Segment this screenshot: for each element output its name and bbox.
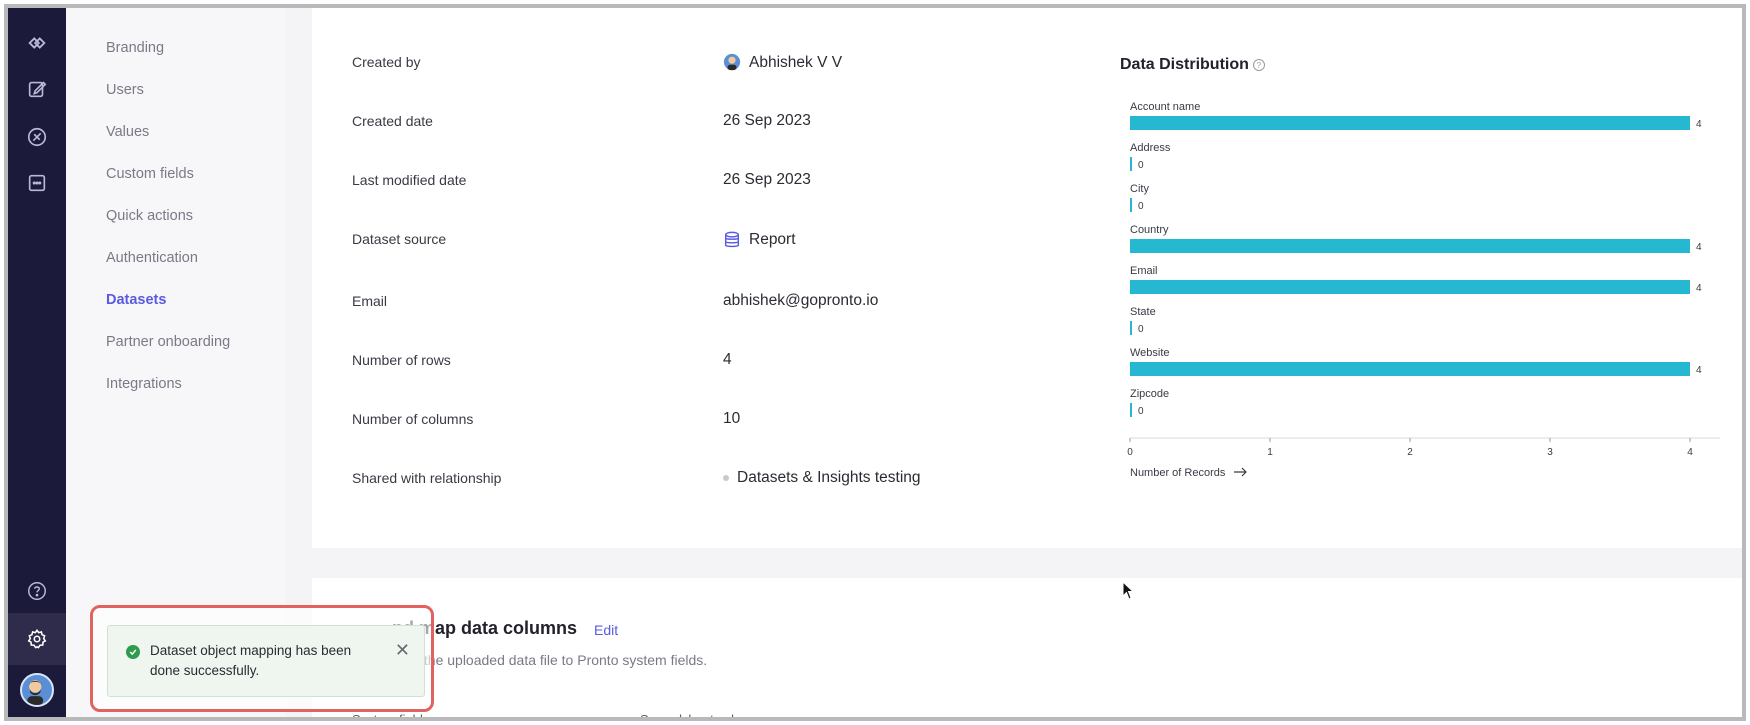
bar xyxy=(1130,116,1690,130)
bar-value-label: 4 xyxy=(1696,242,1702,253)
info-icon[interactable]: ? xyxy=(1252,59,1265,71)
x-tick-label: 3 xyxy=(1547,447,1553,458)
x-tick-label: 0 xyxy=(1127,447,1133,458)
nav-item-partner-onboarding[interactable]: Partner onboarding xyxy=(106,334,230,350)
bar xyxy=(1130,321,1132,335)
shared-relationship-name[interactable]: Datasets & Insights testing xyxy=(737,469,921,487)
mouse-cursor-icon xyxy=(1122,580,1136,606)
bar xyxy=(1130,280,1690,294)
bar-category-label: Website xyxy=(1130,347,1170,359)
nav-item-quick-actions[interactable]: Quick actions xyxy=(106,208,193,224)
nav-item-custom-fields[interactable]: Custom fields xyxy=(106,166,194,182)
columns-value: 10 xyxy=(723,410,741,427)
success-toast: Dataset object mapping has been done suc… xyxy=(107,625,425,697)
bar-category-label: Account name xyxy=(1130,101,1200,113)
bar-category-label: State xyxy=(1130,306,1156,318)
bar-category-label: Email xyxy=(1130,265,1158,277)
chat-icon[interactable] xyxy=(22,168,52,198)
bar xyxy=(1130,362,1690,376)
created-by-label: Created by xyxy=(352,54,421,70)
compass-icon[interactable] xyxy=(22,122,52,152)
chart-title: Data Distribution ? xyxy=(1120,56,1265,74)
toast-message: Dataset object mapping has been done suc… xyxy=(150,643,352,678)
bar xyxy=(1130,239,1690,253)
nav-item-branding[interactable]: Branding xyxy=(106,40,164,56)
dataset-details-card: Created by Abhishek V V Created date 26 … xyxy=(312,8,1742,548)
bar-value-label: 0 xyxy=(1138,406,1144,417)
bar-category-label: City xyxy=(1130,183,1149,195)
bar xyxy=(1130,198,1132,212)
x-axis-label: Number of Records xyxy=(1130,467,1226,479)
x-tick-label: 1 xyxy=(1267,447,1273,458)
spreadsheet-columns-header: Spreadsheet columns xyxy=(640,712,766,721)
chart-title-text: Data Distribution xyxy=(1120,56,1249,73)
map-columns-card: nd map data columns Edit from the upload… xyxy=(312,578,1742,721)
arrow-right-icon xyxy=(1234,467,1247,477)
bullet-dot xyxy=(723,475,729,481)
email-value: abhishek@gopronto.io xyxy=(723,292,879,309)
user-avatar[interactable] xyxy=(20,673,54,707)
help-icon[interactable] xyxy=(22,576,52,606)
x-tick-label: 2 xyxy=(1407,447,1413,458)
dataset-source-label: Dataset source xyxy=(352,231,447,247)
nav-item-users[interactable]: Users xyxy=(106,82,144,98)
bar-value-label: 0 xyxy=(1138,201,1144,212)
toast-highlight: Dataset object mapping has been done suc… xyxy=(90,605,434,712)
bar-category-label: Zipcode xyxy=(1130,388,1169,400)
last-modified-value: 26 Sep 2023 xyxy=(723,171,811,188)
edit-link[interactable]: Edit xyxy=(594,622,618,638)
bar xyxy=(1130,403,1132,417)
x-tick-label: 4 xyxy=(1687,447,1693,458)
columns-label: Number of columns xyxy=(352,411,474,427)
dataset-source-value: Report xyxy=(723,230,796,250)
check-circle-icon xyxy=(126,645,140,659)
bar-category-label: Address xyxy=(1130,142,1171,154)
bar-value-label: 4 xyxy=(1696,365,1702,376)
gear-icon[interactable] xyxy=(22,624,52,654)
system-fields-header: System fields xyxy=(352,712,430,721)
bar-value-label: 4 xyxy=(1696,283,1702,294)
bar-value-label: 0 xyxy=(1138,160,1144,171)
created-by-value: Abhishek V V xyxy=(723,53,842,73)
user-avatar-small-icon xyxy=(723,53,743,73)
database-icon xyxy=(723,230,743,250)
dataset-source-text: Report xyxy=(749,231,796,248)
nav-item-authentication[interactable]: Authentication xyxy=(106,250,198,266)
bar xyxy=(1130,157,1132,171)
app-window: Branding Users Values Custom fields Quic… xyxy=(4,4,1746,721)
nav-item-datasets[interactable]: Datasets xyxy=(106,292,166,308)
bar-category-label: Country xyxy=(1130,224,1169,236)
bar-value-label: 0 xyxy=(1138,324,1144,335)
shared-value: Datasets & Insights testing xyxy=(723,469,921,487)
rows-label: Number of rows xyxy=(352,352,451,368)
rows-value: 4 xyxy=(723,351,732,368)
left-rail xyxy=(8,8,66,717)
map-columns-subtitle: from the uploaded data file to Pronto sy… xyxy=(392,652,708,668)
created-date-label: Created date xyxy=(352,113,433,129)
data-distribution-chart: Account name 4 Address 0 City 0 Country 4 Email 4… xyxy=(1127,101,1720,479)
shared-label: Shared with relationship xyxy=(352,470,502,486)
email-label: Email xyxy=(352,293,388,309)
logo-icon[interactable] xyxy=(22,28,52,58)
bar-value-label: 4 xyxy=(1696,119,1702,130)
last-modified-label: Last modified date xyxy=(352,172,467,188)
created-by-name: Abhishek V V xyxy=(749,54,843,71)
nav-item-integrations[interactable]: Integrations xyxy=(106,376,182,392)
close-icon[interactable]: ✕ xyxy=(395,640,410,661)
created-date-value: 26 Sep 2023 xyxy=(723,112,811,129)
nav-item-values[interactable]: Values xyxy=(106,124,149,140)
edit-icon[interactable] xyxy=(22,74,52,104)
